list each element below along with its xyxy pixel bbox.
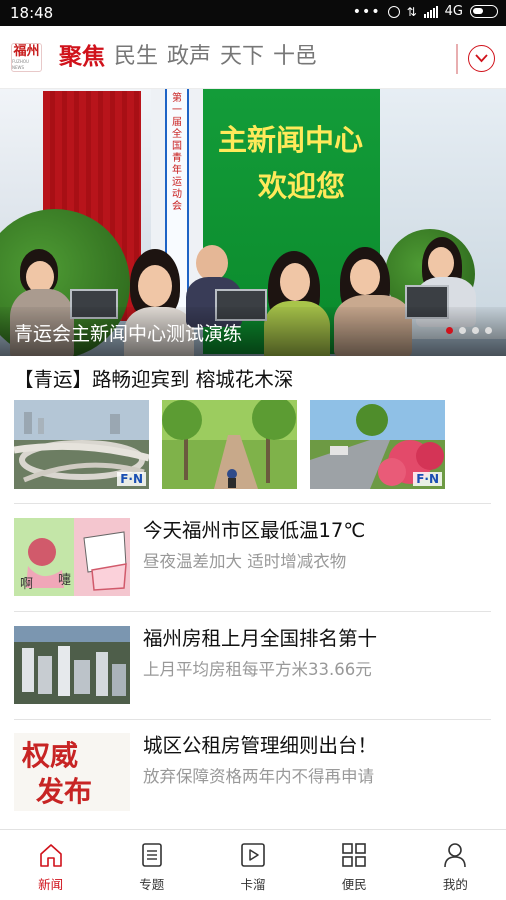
news-thumbnail: 啊 嚏 — [14, 518, 130, 596]
thumbnail-flower-road[interactable]: F·N — [310, 400, 445, 489]
nav-video[interactable]: 卡溜 — [202, 830, 303, 900]
logo-text: 福州 — [13, 43, 40, 59]
more-tabs-button[interactable] — [468, 45, 495, 72]
data-transfer-icon: ⇅ — [406, 4, 417, 19]
chevron-down-icon — [475, 54, 488, 63]
thumb-text-1: 权威 — [21, 739, 78, 772]
feature-thumbnails: F·N F·N — [14, 400, 445, 489]
status-icons: ••• ⇅ 4G — [353, 4, 498, 19]
nav-profile[interactable]: 我的 — [405, 830, 506, 900]
pillar-char: 全 — [172, 129, 182, 140]
pillar-char: 国 — [172, 141, 182, 152]
thumb-text-1: 啊 — [20, 577, 33, 592]
status-time: 18:48 — [10, 4, 54, 22]
thumb-text-2: 嚏 — [58, 573, 71, 588]
nav-label: 新闻 — [38, 877, 64, 892]
nav-news[interactable]: 新闻 — [0, 830, 101, 900]
pillar-char: 青 — [172, 153, 182, 164]
logo-subtext: FUZHOU NEWS — [12, 58, 29, 70]
nav-services[interactable]: 便民 — [304, 830, 405, 900]
category-tabs: 聚焦 民生 政声 天下 十邑 — [59, 40, 317, 74]
nav-label: 我的 — [442, 877, 468, 892]
tab-world[interactable]: 天下 — [220, 40, 264, 74]
feed-divider — [14, 719, 491, 720]
battery-icon — [470, 5, 498, 18]
feature-article[interactable]: 【青运】路畅迎宾到 榕城花木深 F·N F·N — [14, 363, 492, 489]
feed-divider — [14, 503, 491, 504]
news-subtitle: 上月平均房租每平方米33.66元 — [143, 660, 372, 679]
pillar-char: 会 — [172, 201, 182, 212]
pillar-char: 第 — [172, 93, 182, 104]
feature-title: 【青运】路畅迎宾到 榕城花木深 — [14, 368, 294, 391]
news-subtitle: 昼夜温差加大 适时增减衣物 — [143, 552, 347, 571]
banner-caption: 青运会主新闻中心测试演练 — [14, 323, 243, 345]
board-line-1: 主新闻中心 — [218, 123, 364, 157]
news-thumbnail — [14, 626, 130, 704]
carousel-dot[interactable] — [459, 327, 466, 334]
signal-icon — [423, 5, 438, 18]
carousel-dot[interactable] — [446, 327, 453, 334]
tab-politics[interactable]: 政声 — [167, 40, 211, 74]
news-item[interactable]: 权威 发布 城区公租房管理细则出台！ 放弃保障资格两年内不得再申请 — [14, 733, 492, 823]
carousel-indicator — [446, 327, 492, 334]
thumbnail-badge: F·N — [413, 472, 442, 486]
alarm-icon — [387, 5, 400, 18]
nav-topics[interactable]: 专题 — [101, 830, 202, 900]
app-header: 福州 FUZHOU NEWS 聚焦 民生 政声 天下 十邑 — [0, 26, 506, 89]
home-icon — [39, 844, 62, 867]
play-icon — [241, 843, 265, 867]
pillar-char: 年 — [172, 165, 182, 176]
nav-label: 专题 — [139, 877, 165, 892]
notification-dots-icon: ••• — [352, 3, 381, 20]
thumbnail-interchange[interactable]: F·N — [14, 400, 149, 489]
news-item[interactable]: 啊 嚏 今天福州市区最低温17℃ 昼夜温差加大 适时增减衣物 — [14, 518, 492, 608]
nav-label: 便民 — [341, 877, 367, 892]
thumb-text-2: 发布 — [35, 775, 92, 808]
tabs-divider — [456, 44, 458, 74]
news-item[interactable]: 福州房租上月全国排名第十 上月平均房租每平方米33.66元 — [14, 626, 492, 716]
app-logo[interactable]: 福州 FUZHOU NEWS — [11, 43, 42, 72]
person-icon — [444, 843, 467, 868]
tab-livelihood[interactable]: 民生 — [114, 40, 158, 74]
board-line-2: 欢迎您 — [258, 169, 346, 203]
news-title: 城区公租房管理细则出台！ — [143, 734, 378, 757]
tab-focus[interactable]: 聚焦 — [59, 40, 105, 74]
news-title: 福州房租上月全国排名第十 — [143, 627, 378, 650]
carousel-dot[interactable] — [485, 327, 492, 334]
news-thumbnail: 权威 发布 — [14, 733, 130, 811]
document-icon — [141, 843, 162, 867]
carousel-dot[interactable] — [472, 327, 479, 334]
pillar-char: 运 — [172, 177, 182, 188]
status-bar: 18:48 ••• ⇅ 4G — [0, 0, 506, 26]
pillar-char: 届 — [172, 117, 182, 128]
pillar-char: 动 — [172, 189, 182, 200]
network-type: 4G — [444, 4, 463, 19]
thumbnail-tree-path[interactable] — [162, 400, 297, 489]
grid-icon — [342, 843, 367, 867]
bottom-navigation: 新闻 专题 卡溜 便民 我的 — [0, 829, 506, 900]
news-title: 今天福州市区最低温17℃ — [143, 519, 366, 542]
feed-divider — [14, 611, 491, 612]
tab-counties[interactable]: 十邑 — [273, 40, 317, 74]
pillar-char: 一 — [172, 105, 182, 116]
thumbnail-badge: F·N — [117, 472, 146, 486]
news-subtitle: 放弃保障资格两年内不得再申请 — [143, 767, 374, 786]
headline-banner[interactable]: 第一届全国青年运动会 主新闻中心 欢迎您 青运会主新闻中心测试演练 — [0, 89, 506, 356]
nav-label: 卡溜 — [240, 877, 266, 892]
